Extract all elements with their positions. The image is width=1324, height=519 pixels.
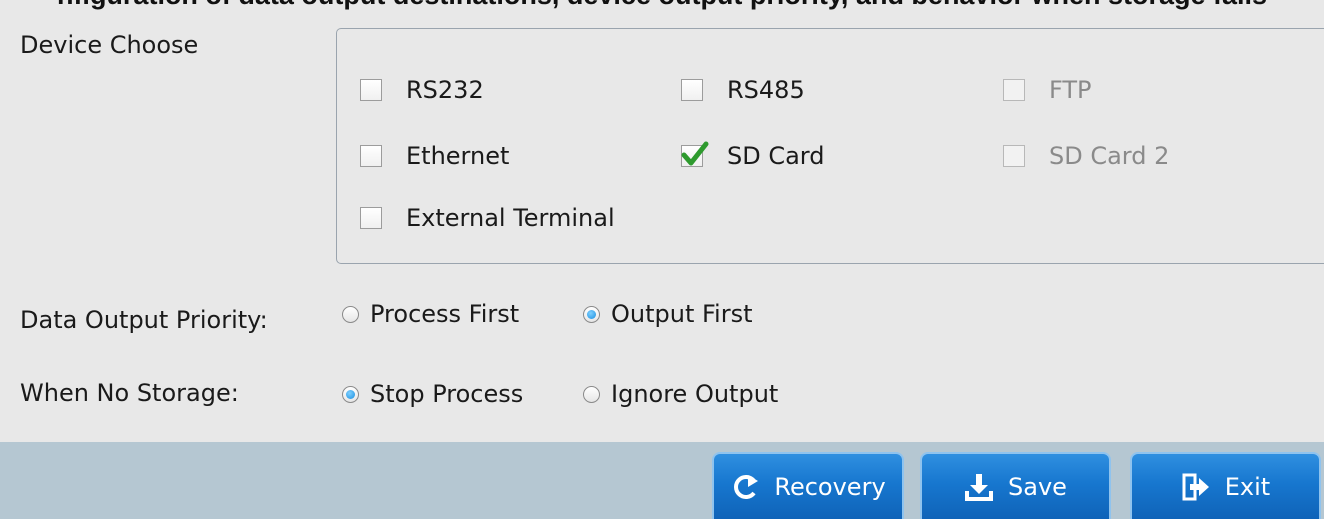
download-icon xyxy=(964,472,994,502)
save-button[interactable]: Save xyxy=(920,452,1111,519)
radio-process-first[interactable]: Process First xyxy=(342,298,519,330)
checkbox-ftp[interactable]: FTP xyxy=(1003,74,1092,106)
checkbox-label: SD Card 2 xyxy=(1049,142,1170,170)
recovery-icon xyxy=(730,472,760,502)
device-choose-group: RS232 RS485 FTP Ethernet SD Card SD Card… xyxy=(336,28,1324,264)
cropped-caption-text: nfiguration of data output destinations,… xyxy=(0,0,1324,11)
recovery-button[interactable]: Recovery xyxy=(712,452,904,519)
checkbox-external-terminal[interactable]: External Terminal xyxy=(360,202,615,234)
device-choose-label: Device Choose xyxy=(20,31,199,59)
save-label: Save xyxy=(1008,472,1067,501)
checkbox-box[interactable] xyxy=(1003,79,1025,101)
checkbox-sd-card-2[interactable]: SD Card 2 xyxy=(1003,140,1169,172)
when-no-storage-label: When No Storage: xyxy=(20,379,239,407)
exit-button[interactable]: Exit xyxy=(1130,452,1321,519)
checkbox-ethernet[interactable]: Ethernet xyxy=(360,140,509,172)
checkbox-label: RS485 xyxy=(727,76,805,104)
checkbox-box[interactable] xyxy=(360,79,382,101)
exit-label: Exit xyxy=(1224,472,1271,501)
data-output-priority-label: Data Output Priority: xyxy=(20,306,268,334)
checkbox-box[interactable] xyxy=(681,141,709,167)
checkbox-rs485[interactable]: RS485 xyxy=(681,74,805,106)
checkbox-label: RS232 xyxy=(406,76,484,104)
exit-icon xyxy=(1181,472,1211,502)
radio-label: Ignore Output xyxy=(611,380,779,408)
checkbox-box[interactable] xyxy=(360,145,382,167)
radio-output-first[interactable]: Output First xyxy=(583,298,753,330)
cropped-caption: nfiguration of data output destinations,… xyxy=(0,0,1324,14)
checkmark-icon xyxy=(681,141,709,166)
recovery-label: Recovery xyxy=(774,472,886,501)
radio-stop-process[interactable]: Stop Process xyxy=(342,378,523,410)
checkbox-box[interactable] xyxy=(360,207,382,229)
radio-label: Output First xyxy=(611,300,753,328)
radio-label: Stop Process xyxy=(370,380,524,408)
checkbox-box[interactable] xyxy=(681,79,703,101)
checkbox-label: SD Card xyxy=(727,142,825,170)
radio-button[interactable] xyxy=(583,385,600,403)
radio-button[interactable] xyxy=(342,305,359,323)
checkbox-label: FTP xyxy=(1049,76,1092,104)
checkbox-label: External Terminal xyxy=(406,204,615,232)
radio-button[interactable] xyxy=(583,305,600,323)
checkbox-label: Ethernet xyxy=(406,142,510,170)
radio-button[interactable] xyxy=(342,385,359,403)
checkbox-sd-card[interactable]: SD Card xyxy=(681,140,825,172)
radio-label: Process First xyxy=(370,300,520,328)
radio-ignore-output[interactable]: Ignore Output xyxy=(583,378,778,410)
checkbox-rs232[interactable]: RS232 xyxy=(360,74,484,106)
checkbox-box[interactable] xyxy=(1003,145,1025,167)
footer-bar: Recovery Save Exit xyxy=(0,442,1324,519)
